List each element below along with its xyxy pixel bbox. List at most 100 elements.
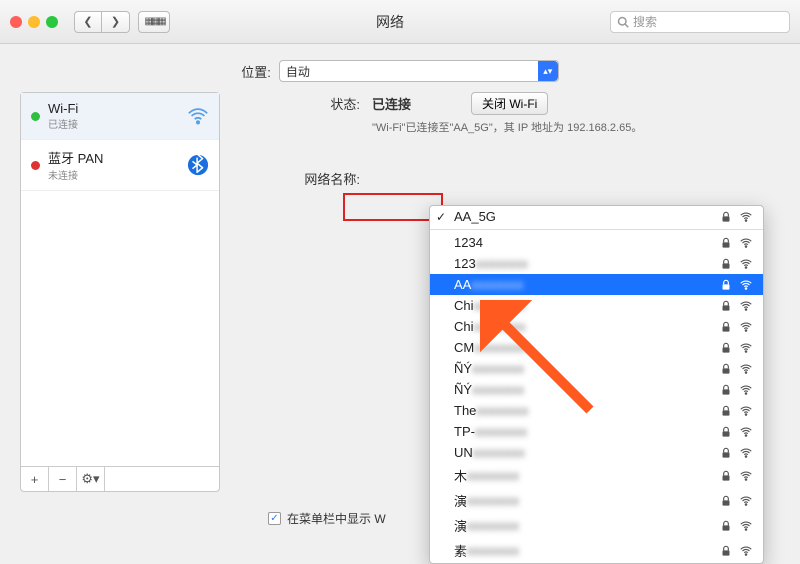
lock-icon	[719, 341, 733, 355]
toolbar: ❮ ❯ ▦▦▦ 网络 搜索	[0, 0, 800, 44]
wifi-signal-icon	[739, 362, 753, 376]
network-label-obscured: xxxxxxxx	[474, 319, 526, 334]
add-service-button[interactable]: +	[21, 467, 49, 491]
wifi-signal-icon	[739, 278, 753, 292]
lock-icon	[719, 236, 733, 250]
dropdown-item[interactable]: 1234	[430, 232, 763, 253]
dropdown-item[interactable]: ÑÝxxxxxxxx	[430, 379, 763, 400]
network-name-dropdown[interactable]: ✓ AA_5G 1234123xxxxxxxxAAxxxxxxxxChixxxx…	[429, 205, 764, 564]
dropdown-item[interactable]: UNxxxxxxxx	[430, 442, 763, 463]
network-label: 1234	[454, 235, 483, 250]
lock-icon	[719, 404, 733, 418]
wifi-signal-icon	[739, 341, 753, 355]
wifi-signal-icon	[739, 469, 753, 483]
wifi-signal-icon	[739, 404, 753, 418]
sidebar-footer: + − ⚙︎▾	[21, 466, 219, 491]
location-select[interactable]: 自动 ▴▾	[279, 60, 559, 82]
network-label-obscured: xxxxxxxx	[467, 543, 519, 558]
turn-off-wifi-button[interactable]: 关闭 Wi-Fi	[471, 92, 548, 115]
network-label: AA	[454, 277, 471, 292]
location-row: 位置: 自动 ▴▾	[0, 44, 800, 92]
network-label: AA_5G	[454, 209, 496, 224]
network-label-obscured: xxxxxxxx	[473, 445, 525, 460]
service-actions-button[interactable]: ⚙︎▾	[77, 467, 105, 491]
dropdown-item[interactable]: 木xxxxxxxx	[430, 463, 763, 488]
network-label: ÑÝ	[454, 361, 472, 376]
network-label: 演	[454, 491, 467, 510]
show-in-menu-bar-checkbox[interactable]: ✓	[268, 512, 281, 525]
service-name: 蓝牙 PAN	[48, 148, 179, 167]
network-label: Chi	[454, 298, 474, 313]
network-label: ÑÝ	[454, 382, 472, 397]
show-all-button[interactable]: ▦▦▦	[138, 11, 170, 33]
forward-button[interactable]: ❯	[102, 11, 130, 33]
nav-buttons: ❮ ❯	[74, 11, 130, 33]
network-label-obscured: xxxxxxxx	[476, 256, 528, 271]
dropdown-item[interactable]: Chixxxxxxxx	[430, 316, 763, 337]
wifi-signal-icon	[739, 236, 753, 250]
network-label: TP-	[454, 424, 475, 439]
dropdown-item[interactable]: Thexxxxxxxx	[430, 400, 763, 421]
wifi-signal-icon	[739, 383, 753, 397]
chevron-updown-icon: ▴▾	[538, 61, 558, 81]
close-window-button[interactable]	[10, 16, 22, 28]
sidebar-item-wifi[interactable]: Wi-Fi 已连接	[21, 93, 219, 140]
wifi-signal-icon	[739, 320, 753, 334]
dropdown-item[interactable]: 123xxxxxxxx	[430, 253, 763, 274]
search-icon	[617, 16, 629, 28]
status-description: "Wi-Fi"已连接至"AA_5G"，其 IP 地址为 192.168.2.65…	[372, 119, 642, 135]
wifi-signal-icon	[739, 425, 753, 439]
wifi-signal-icon	[739, 544, 753, 558]
back-button[interactable]: ❮	[74, 11, 102, 33]
minimize-window-button[interactable]	[28, 16, 40, 28]
location-label: 位置:	[241, 62, 271, 81]
wifi-signal-icon	[739, 257, 753, 271]
lock-icon	[719, 210, 733, 224]
lock-icon	[719, 519, 733, 533]
network-label: The	[454, 403, 476, 418]
network-label-obscured: xxxxxxxx	[471, 277, 523, 292]
search-placeholder: 搜索	[633, 13, 657, 30]
network-label-obscured: xxxxxxxx	[475, 424, 527, 439]
bluetooth-icon	[187, 154, 209, 176]
wifi-signal-icon	[739, 210, 753, 224]
dropdown-item[interactable]: AAxxxxxxxx	[430, 274, 763, 295]
dropdown-item[interactable]: 演xxxxxxxx	[430, 488, 763, 513]
network-label: 演	[454, 516, 467, 535]
service-name: Wi-Fi	[48, 101, 179, 116]
wifi-signal-icon	[739, 519, 753, 533]
status-value: 已连接	[372, 94, 411, 113]
network-label: CM	[454, 340, 474, 355]
wifi-signal-icon	[739, 446, 753, 460]
dropdown-item[interactable]: 素xxxxxxxx	[430, 538, 763, 563]
network-label-obscured: xxxxxxxx	[474, 340, 526, 355]
show-in-menu-bar-row: ✓ 在菜单栏中显示 W	[268, 510, 386, 527]
service-status: 未连接	[48, 167, 179, 182]
window-controls	[10, 16, 58, 28]
dropdown-current-network[interactable]: ✓ AA_5G	[430, 206, 763, 230]
network-label-obscured: xxxxxxxx	[476, 403, 528, 418]
service-sidebar: Wi-Fi 已连接 蓝牙 PAN 未连接 + − ⚙︎▾	[20, 92, 220, 492]
lock-icon	[719, 383, 733, 397]
window-title: 网络	[178, 12, 602, 32]
network-label-obscured: xxxxxxxx	[467, 518, 519, 533]
network-name-label: 网络名称:	[240, 167, 360, 188]
show-in-menu-bar-label: 在菜单栏中显示 W	[287, 510, 386, 527]
dropdown-item[interactable]: TP-xxxxxxxx	[430, 421, 763, 442]
network-label-obscured: xxxxxxxx	[467, 468, 519, 483]
zoom-window-button[interactable]	[46, 16, 58, 28]
dropdown-item[interactable]: CMxxxxxxxx	[430, 337, 763, 358]
dropdown-item[interactable]: 演xxxxxxxx	[430, 513, 763, 538]
network-label-obscured: xxxxxxxx	[467, 493, 519, 508]
status-label: 状态:	[240, 92, 360, 113]
remove-service-button[interactable]: −	[49, 467, 77, 491]
sidebar-item-bluetooth-pan[interactable]: 蓝牙 PAN 未连接	[21, 140, 219, 191]
lock-icon	[719, 494, 733, 508]
network-label: UN	[454, 445, 473, 460]
network-label: 123	[454, 256, 476, 271]
lock-icon	[719, 446, 733, 460]
network-label-obscured: xxxxxxxx	[472, 361, 524, 376]
dropdown-item[interactable]: ÑÝxxxxxxxx	[430, 358, 763, 379]
dropdown-item[interactable]: Chixxxxxxxx	[430, 295, 763, 316]
search-input[interactable]: 搜索	[610, 11, 790, 33]
